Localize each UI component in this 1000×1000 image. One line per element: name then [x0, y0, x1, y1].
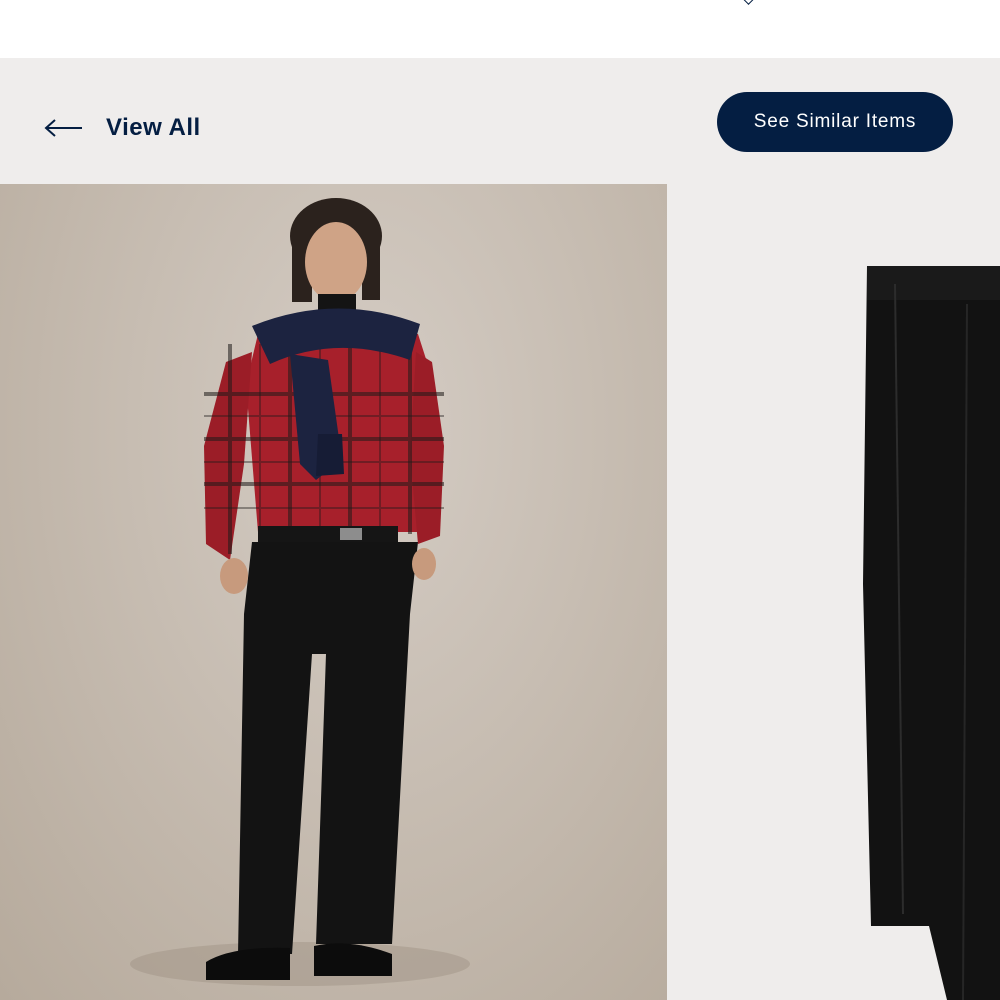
arrow-left-icon [44, 118, 84, 138]
product-photo-trousers[interactable] [667, 184, 1000, 1000]
model-photo[interactable] [0, 184, 667, 1000]
chevron-down-icon[interactable] [742, 0, 755, 5]
see-similar-items-button[interactable]: See Similar Items [717, 92, 953, 152]
view-all-link[interactable]: View All [44, 108, 201, 148]
view-all-label: View All [106, 114, 201, 141]
top-header-bar [0, 0, 1000, 58]
